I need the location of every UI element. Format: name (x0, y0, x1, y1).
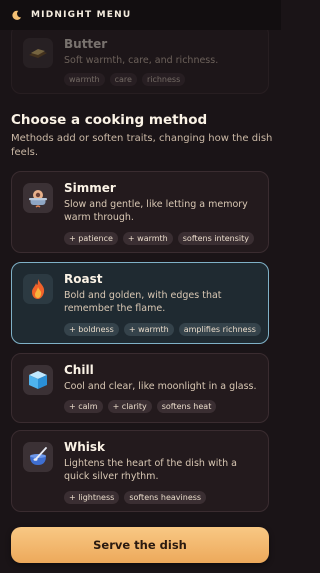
moon-icon (12, 10, 22, 20)
method-description: Slow and gentle, like letting a memory w… (64, 199, 248, 223)
pot-icon (29, 190, 47, 208)
method-tags: + lightness softens heaviness (64, 491, 207, 504)
method-title: Simmer (64, 181, 116, 195)
section-title: Choose a cooking method (11, 112, 208, 128)
method-description: Lightens the heart of the dish with a qu… (64, 458, 237, 482)
method-card-simmer[interactable]: Simmer Slow and gentle, like letting a m… (11, 171, 269, 253)
ingredient-desc: Soft warmth, care, and richness. (64, 55, 219, 66)
app-title: MIDNIGHT MENU (31, 10, 132, 20)
flame-icon (32, 279, 45, 299)
top-bar: MIDNIGHT MENU (0, 0, 281, 30)
tag-chip: warmth (64, 73, 105, 86)
method-icon-box (23, 183, 53, 213)
method-icon-box (23, 365, 53, 395)
method-title: Roast (64, 272, 103, 286)
tag-chip: softens intensity (177, 232, 255, 245)
ingredient-card-butter[interactable]: Butter Soft warmth, care, and richness. … (11, 24, 269, 94)
method-card-chill[interactable]: Chill Cool and clear, like moonlight in … (11, 353, 269, 423)
method-icon-box (23, 442, 53, 472)
method-tags: + calm + clarity softens heat (64, 400, 217, 413)
whisk-icon (30, 447, 47, 465)
tag-chip: softens heaviness (124, 491, 207, 504)
method-tags: + boldness + warmth amplifies richness (64, 323, 261, 336)
tag-chip: + clarity (107, 400, 152, 413)
tag-chip: + lightness (64, 491, 120, 504)
method-title: Whisk (64, 440, 106, 454)
tag-chip: + warmth (123, 323, 174, 336)
ice-cube-icon (29, 371, 47, 389)
method-description: Cool and clear, like moonlight in a glas… (64, 381, 257, 392)
method-card-whisk[interactable]: Whisk Lightens the heart of the dish wit… (11, 430, 269, 512)
tag-chip: + boldness (64, 323, 119, 336)
butter-icon (29, 49, 47, 58)
tag-chip: care (109, 73, 137, 86)
tag-chip: + calm (64, 400, 103, 413)
serve-dish-button[interactable]: Serve the dish (11, 527, 269, 563)
tag-chip: + patience (64, 232, 118, 245)
section-description: Methods add or soften traits, changing h… (11, 133, 273, 158)
ingredient-title: Butter (64, 37, 108, 51)
method-description: Bold and golden, with edges that remembe… (64, 290, 222, 314)
ingredient-tags: warmth care richness (64, 73, 186, 86)
tag-chip: richness (141, 73, 186, 86)
tag-chip: amplifies richness (178, 323, 261, 336)
tag-chip: softens heat (156, 400, 217, 413)
method-icon-box (23, 274, 53, 304)
ingredient-icon-box (23, 38, 53, 68)
method-tags: + patience + warmth softens intensity (64, 232, 255, 245)
tag-chip: + warmth (122, 232, 173, 245)
method-title: Chill (64, 363, 94, 377)
method-card-roast[interactable]: Roast Bold and golden, with edges that r… (11, 262, 269, 344)
